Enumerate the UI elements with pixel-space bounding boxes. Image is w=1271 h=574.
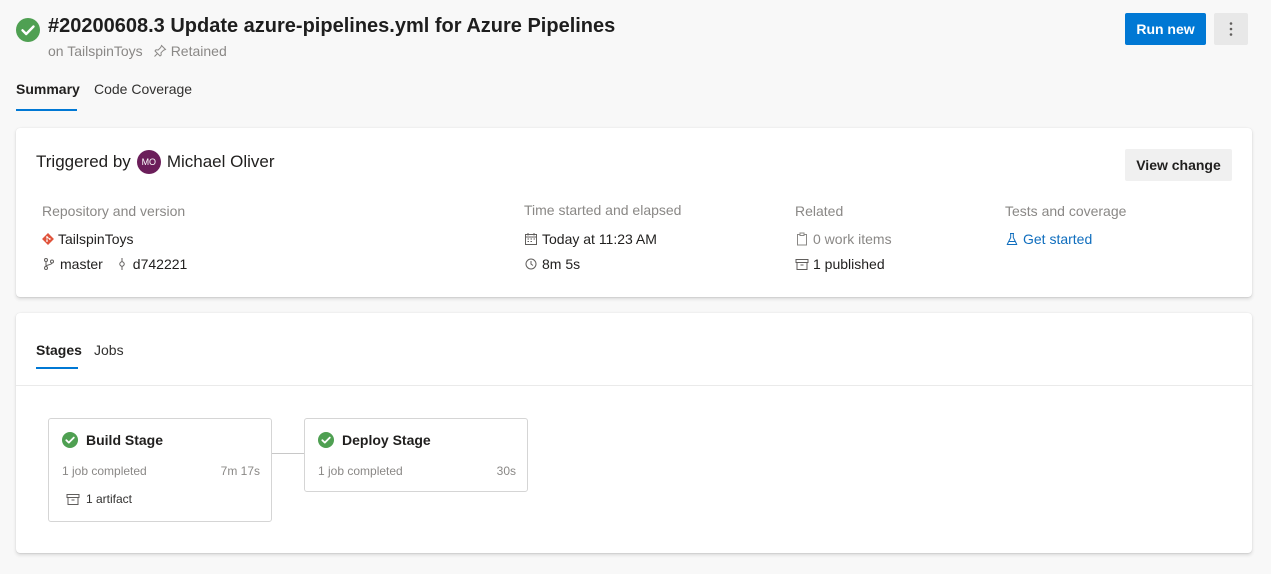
more-actions-button[interactable] [1214,13,1248,45]
tab-summary[interactable]: Summary [16,81,80,97]
stage-duration: 7m 17s [220,464,260,478]
stage-jobs-status: 1 job completed [318,464,403,478]
branch-icon [42,257,56,271]
triggered-by: Triggered by MO Michael Oliver [36,150,275,174]
repository-label: Repository and version [42,203,186,219]
published-artifacts: 1 published [813,255,885,272]
stage-jobs-status: 1 job completed [62,464,147,478]
flask-icon [1005,232,1019,246]
tab-summary-indicator [16,109,77,111]
tab-code-coverage[interactable]: Code Coverage [94,81,192,97]
stage-meta: 1 job completed 7m 17s [62,464,260,478]
artifact-count: 1 artifact [86,492,133,506]
tests-section: Tests and coverage Get started [1005,203,1126,251]
stage-connector [272,453,304,454]
stage-build[interactable]: Build Stage 1 job completed 7m 17s 1 art… [48,418,272,522]
work-items-row: 0 work items [795,226,892,251]
more-vertical-icon [1229,21,1233,37]
project-label[interactable]: on TailspinToys [48,43,143,59]
related-label: Related [795,203,844,219]
stage-name: Deploy Stage [342,432,431,448]
tests-label: Tests and coverage [1005,203,1127,219]
stages-card: Stages Jobs Build Stage 1 job completed … [16,313,1252,553]
work-items: 0 work items [813,230,892,247]
run-summary-card: Triggered by MO Michael Oliver View chan… [16,128,1252,297]
repository-section: Repository and version TailspinToys mast… [42,203,187,276]
avatar: MO [136,150,161,174]
time-elapsed-row: 8m 5s [524,251,681,276]
time-elapsed: 8m 5s [542,255,581,272]
pin-icon [153,44,167,58]
calendar-icon [524,232,538,246]
stage-header: Build Stage [62,432,163,448]
related-section: Related 0 work items 1 published [795,203,892,276]
divider [16,385,1252,386]
tab-stages[interactable]: Stages [36,342,82,358]
repo-name: TailspinToys [58,230,134,247]
artifact-icon [66,492,80,506]
git-icon [42,232,54,245]
time-section: Time started and elapsed Today at 11:23 … [524,202,681,276]
get-started-link[interactable]: Get started [1005,226,1126,251]
run-subtitle: on TailspinToys Retained [48,43,227,59]
commit-icon [115,257,129,271]
check-circle-icon [318,432,334,448]
commit-id[interactable]: d742221 [133,256,188,272]
time-label: Time started and elapsed [524,202,682,218]
time-started: Today at 11:23 AM [542,230,657,247]
retained-label: Retained [170,43,227,59]
stage-duration: 30s [496,464,516,478]
check-circle-icon [16,18,40,42]
stage-meta: 1 job completed 30s [318,464,516,478]
tab-stages-indicator [36,367,78,369]
repository-row[interactable]: TailspinToys [42,226,187,251]
stage-header: Deploy Stage [318,432,431,448]
page-title: #20200608.3 Update azure-pipelines.yml f… [48,15,616,37]
run-new-button[interactable]: Run new [1125,13,1206,45]
time-started-row: Today at 11:23 AM [524,226,681,251]
artifact-icon [795,257,809,271]
branch-name[interactable]: master [60,256,103,272]
published-row[interactable]: 1 published [795,251,892,276]
stage-artifact[interactable]: 1 artifact [66,492,132,506]
tab-jobs[interactable]: Jobs [94,342,124,358]
clock-icon [524,257,538,271]
check-circle-icon [62,432,78,448]
get-started-label: Get started [1023,230,1093,247]
stage-deploy[interactable]: Deploy Stage 1 job completed 30s [304,418,528,492]
user-name[interactable]: Michael Oliver [167,152,275,172]
clipboard-icon [795,232,809,246]
view-change-button[interactable]: View change [1125,149,1232,181]
version-row: master d742221 [42,251,187,276]
triggered-by-label: Triggered by [36,152,131,171]
stage-name: Build Stage [86,432,164,448]
